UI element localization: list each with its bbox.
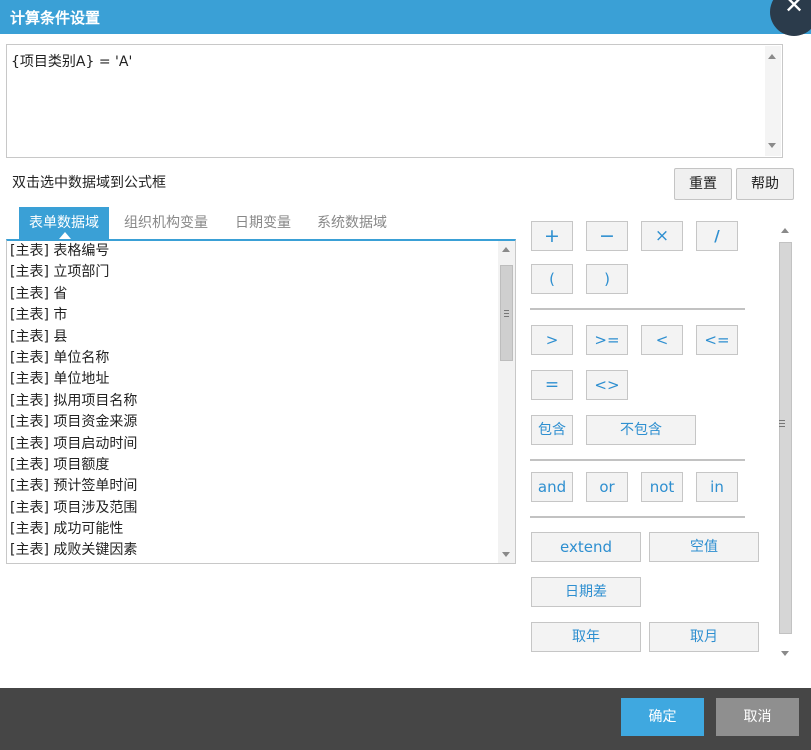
- and-button[interactable]: and: [531, 472, 573, 502]
- list-item[interactable]: [主表] 项目额度: [7, 455, 515, 476]
- list-item[interactable]: [主表] 预计签单时间: [7, 476, 515, 497]
- scroll-up-icon[interactable]: [781, 228, 789, 233]
- extend-button[interactable]: extend: [531, 532, 641, 562]
- separator: [530, 308, 745, 310]
- list-item[interactable]: [主表] 项目涉及范围: [7, 498, 515, 519]
- list-item[interactable]: [主表] 单位地址: [7, 369, 515, 390]
- separator: [530, 459, 745, 461]
- plus-button[interactable]: +: [531, 221, 573, 251]
- less-equal-button[interactable]: <=: [696, 325, 738, 355]
- null-value-button[interactable]: 空值: [649, 532, 759, 562]
- multiply-button[interactable]: ×: [641, 221, 683, 251]
- less-than-button[interactable]: <: [641, 325, 683, 355]
- tab-org-variables[interactable]: 组织机构变量: [114, 207, 218, 239]
- cancel-button[interactable]: 取消: [716, 698, 799, 736]
- get-month-button[interactable]: 取月: [649, 622, 759, 652]
- not-button[interactable]: not: [641, 472, 683, 502]
- ok-button[interactable]: 确定: [621, 698, 704, 736]
- operator-panel-scrollbar[interactable]: [776, 222, 794, 662]
- scroll-thumb[interactable]: [500, 265, 513, 361]
- list-item[interactable]: [主表] 成功可能性: [7, 519, 515, 540]
- hint-text: 双击选中数据域到公式框: [12, 175, 166, 191]
- not-equals-button[interactable]: <>: [586, 370, 628, 400]
- minus-button[interactable]: −: [586, 221, 628, 251]
- field-list-scrollbar[interactable]: [498, 241, 515, 563]
- list-item[interactable]: [主表] 省: [7, 284, 515, 305]
- tab-date-variables[interactable]: 日期变量: [225, 207, 301, 239]
- list-item[interactable]: [主表] 项目资金来源: [7, 412, 515, 433]
- tab-system-fields[interactable]: 系统数据域: [307, 207, 397, 239]
- divide-button[interactable]: /: [696, 221, 738, 251]
- list-item[interactable]: [主表] 成败关键因素: [7, 540, 515, 561]
- list-item[interactable]: [主表] 单位名称: [7, 348, 515, 369]
- scroll-up-icon[interactable]: [768, 54, 776, 59]
- scroll-down-icon[interactable]: [768, 143, 776, 148]
- scroll-thumb[interactable]: [779, 242, 792, 634]
- date-diff-button[interactable]: 日期差: [531, 577, 641, 607]
- formula-scrollbar[interactable]: [765, 46, 781, 156]
- scroll-up-icon[interactable]: [502, 247, 510, 252]
- in-button[interactable]: in: [696, 472, 738, 502]
- scroll-down-icon[interactable]: [781, 651, 789, 656]
- grip-icon: [504, 310, 509, 317]
- scroll-down-icon[interactable]: [502, 552, 510, 557]
- or-button[interactable]: or: [586, 472, 628, 502]
- list-item[interactable]: [主表] 县: [7, 327, 515, 348]
- list-item[interactable]: [主表] 市: [7, 305, 515, 326]
- right-paren-button[interactable]: ): [586, 264, 628, 294]
- separator: [530, 516, 745, 518]
- dialog-title: 计算条件设置: [10, 9, 101, 27]
- help-button[interactable]: 帮助: [736, 168, 794, 200]
- title-bar: 计算条件设置: [0, 0, 811, 34]
- field-list-items: [主表] 表格编号 [主表] 立项部门 [主表] 省 [主表] 市 [主表] 县 [主表]…: [7, 241, 515, 562]
- formula-text: {项目类别A} = 'A': [11, 54, 133, 70]
- not-contains-button[interactable]: 不包含: [586, 415, 696, 445]
- formula-textarea[interactable]: {项目类别A} = 'A': [6, 44, 783, 158]
- left-paren-button[interactable]: (: [531, 264, 573, 294]
- list-item[interactable]: [主表] 立项部门: [7, 262, 515, 283]
- tab-caret-icon: [59, 232, 71, 239]
- contains-button[interactable]: 包含: [531, 415, 573, 445]
- greater-equal-button[interactable]: >=: [586, 325, 628, 355]
- list-item[interactable]: [主表] 表格编号: [7, 241, 515, 262]
- list-item[interactable]: [主表] 项目启动时间: [7, 434, 515, 455]
- get-year-button[interactable]: 取年: [531, 622, 641, 652]
- list-item[interactable]: [主表] 拟用项目名称: [7, 391, 515, 412]
- equals-button[interactable]: =: [531, 370, 573, 400]
- grip-icon: [779, 420, 785, 427]
- greater-than-button[interactable]: >: [531, 325, 573, 355]
- reset-button[interactable]: 重置: [674, 168, 732, 200]
- field-list[interactable]: [主表] 表格编号 [主表] 立项部门 [主表] 省 [主表] 市 [主表] 县 [主表]…: [6, 239, 516, 564]
